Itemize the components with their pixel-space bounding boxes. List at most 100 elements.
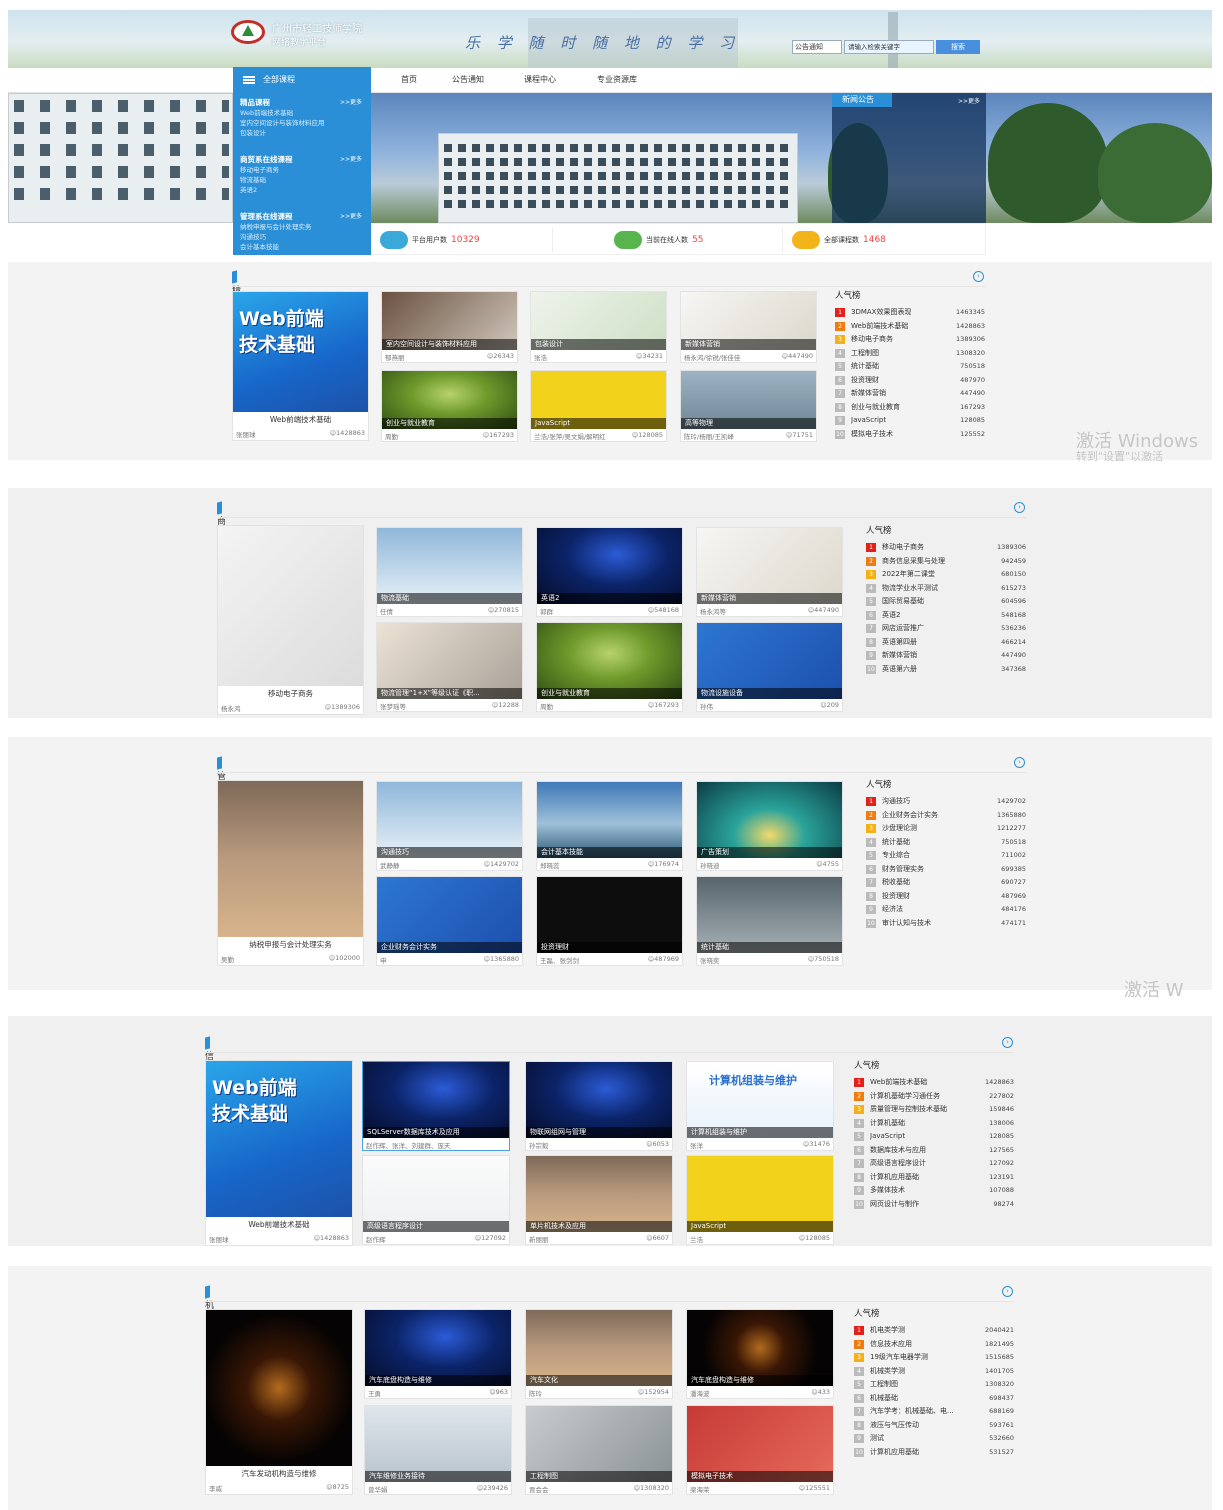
search-button[interactable]: 搜索	[936, 40, 980, 54]
ranking-course-name[interactable]: 19级汽车电器学测	[870, 1351, 928, 1364]
menu-item[interactable]: 物流基础	[240, 175, 364, 185]
course-title[interactable]: 移动电子商务	[218, 688, 363, 699]
ranking-row[interactable]: 7 网店运营推广 536236	[866, 622, 1026, 636]
course-card[interactable]: 物流基础任倩 270815	[376, 527, 523, 617]
course-card[interactable]: 投资理财王磊、张剑剑 487969	[536, 876, 683, 966]
ranking-row[interactable]: 9 JavaScript 128085	[835, 414, 985, 428]
course-card[interactable]: JavaScript 兰浩/张萍/吴文娟/解明红 128085	[530, 370, 667, 442]
course-card[interactable]: 工程制图贾会会 1308320	[525, 1405, 673, 1495]
course-card[interactable]: 汽车文化陈玲 152954	[525, 1309, 673, 1399]
course-card[interactable]: 高级语言程序设计赵作辉 127092	[362, 1155, 510, 1245]
menu-item[interactable]: 包装设计	[240, 128, 364, 138]
menu-item[interactable]: 英语2	[240, 185, 364, 195]
ranking-row[interactable]: 6 财务管理实务 699385	[866, 863, 1026, 877]
ranking-row[interactable]: 8 创业与就业教育 167293	[835, 401, 985, 415]
course-card[interactable]: 包装设计张浩 34231	[530, 291, 667, 363]
ranking-row[interactable]: 7 高级语言程序设计 127092	[854, 1157, 1014, 1171]
ranking-row[interactable]: 2 计算机基础学习通任务 227802	[854, 1090, 1014, 1104]
ranking-course-name[interactable]: 计算机应用基础	[870, 1446, 919, 1459]
featured-course-card[interactable]: 汽车发动机构造与维修李威 8725	[205, 1309, 353, 1495]
ranking-row[interactable]: 10 模拟电子技术 125552	[835, 428, 985, 442]
ranking-row[interactable]: 5 专业综合 711002	[866, 849, 1026, 863]
ranking-course-name[interactable]: Web前端技术基础	[851, 320, 908, 333]
ranking-course-name[interactable]: 财务管理实务	[882, 863, 924, 876]
course-card[interactable]: 单片机技术及应用新丽丽 6607	[525, 1155, 673, 1245]
ranking-row[interactable]: 10 英语第六册 347368	[866, 663, 1026, 677]
course-card[interactable]: 沟通技巧武静静 1429702	[376, 781, 523, 871]
ranking-row[interactable]: 5 统计基础 750518	[835, 360, 985, 374]
course-card[interactable]: 英语2 郭群 548168	[536, 527, 683, 617]
course-card[interactable]: SQLServer数据库技术及应用 赵作辉、张洋、刘建群、庞天	[362, 1061, 510, 1151]
course-card[interactable]: 汽车底盘构造与维修潘海波 433	[686, 1309, 834, 1399]
ranking-course-name[interactable]: 商务信息采集与处理	[882, 555, 945, 568]
ranking-row[interactable]: 9 测试 532660	[854, 1432, 1014, 1446]
ranking-course-name[interactable]: 模拟电子技术	[851, 428, 893, 441]
ranking-course-name[interactable]: 英语第四册	[882, 636, 917, 649]
ranking-row[interactable]: 10 网页设计与制作 98274	[854, 1198, 1014, 1212]
nav-resource-library[interactable]: 专业资源库	[597, 74, 637, 85]
section-next-icon[interactable]: ›	[1014, 757, 1025, 768]
ranking-row[interactable]: 5 工程制图 1308320	[854, 1378, 1014, 1392]
ranking-course-name[interactable]: 经济法	[882, 903, 903, 916]
ranking-row[interactable]: 7 新媒体营销 447490	[835, 387, 985, 401]
course-card[interactable]: JavaScript 兰浩 128085	[686, 1155, 834, 1245]
ranking-row[interactable]: 2 企业财务会计实务 1365880	[866, 809, 1026, 823]
ranking-row[interactable]: 4 物流学业水平测试 615273	[866, 582, 1026, 596]
ranking-course-name[interactable]: 沟通技巧	[882, 795, 910, 808]
ranking-row[interactable]: 9 新媒体营销 447490	[866, 649, 1026, 663]
ranking-row[interactable]: 9 多媒体技术 107088	[854, 1184, 1014, 1198]
course-title[interactable]: 纳税申报与会计处理实务	[218, 939, 363, 950]
course-card[interactable]: 物联网组网与管理孙宗毅 6053	[525, 1061, 673, 1151]
ranking-course-name[interactable]: 机械类学测	[870, 1365, 905, 1378]
course-card[interactable]: 广告策划孙晓迪 4755	[696, 781, 843, 871]
ranking-row[interactable]: 1 Web前端技术基础 1428863	[854, 1076, 1014, 1090]
ranking-row[interactable]: 8 计算机应用基础 123191	[854, 1171, 1014, 1185]
ranking-row[interactable]: 4 计算机基础 138006	[854, 1117, 1014, 1131]
ranking-row[interactable]: 5 国际贸易基础 604596	[866, 595, 1026, 609]
nav-course-center[interactable]: 课程中心	[524, 74, 556, 85]
ranking-course-name[interactable]: 网页设计与制作	[870, 1198, 919, 1211]
course-card[interactable]: 计算机组装与维护计算机组装与维护张洋31476	[686, 1061, 834, 1151]
ranking-row[interactable]: 10 审计认知与技术 474171	[866, 917, 1026, 931]
ranking-course-name[interactable]: JavaScript	[851, 414, 886, 427]
menu-more-link[interactable]: >>更多	[340, 211, 362, 220]
ranking-course-name[interactable]: 投资理财	[882, 890, 910, 903]
menu-item[interactable]: 会计基本技能	[240, 242, 364, 252]
ranking-course-name[interactable]: 计算机基础学习通任务	[870, 1090, 940, 1103]
ranking-course-name[interactable]: 液压与气压传动	[870, 1419, 919, 1432]
section-next-icon[interactable]: ›	[973, 271, 984, 282]
ranking-row[interactable]: 4 机械类学测 1401705	[854, 1365, 1014, 1379]
course-card[interactable]: 汽车底盘构造与维修王勇 963	[364, 1309, 512, 1399]
ranking-row[interactable]: 3 质量管理与控制技术基础 159846	[854, 1103, 1014, 1117]
ranking-row[interactable]: 4 统计基础 750518	[866, 836, 1026, 850]
course-card[interactable]: 创业与就业教育周勤 167293	[536, 622, 683, 712]
all-courses-button[interactable]: 全部课程	[233, 67, 371, 93]
ranking-course-name[interactable]: 2022年第二课堂	[882, 568, 935, 581]
ranking-course-name[interactable]: 信息技术应用	[870, 1338, 912, 1351]
course-card[interactable]: 汽车维修业务接待曾华娟 239426	[364, 1405, 512, 1495]
ranking-course-name[interactable]: 计算机基础	[870, 1117, 905, 1130]
ranking-course-name[interactable]: 新媒体营销	[851, 387, 886, 400]
ranking-row[interactable]: 2 商务信息采集与处理 942459	[866, 555, 1026, 569]
ranking-course-name[interactable]: 移动电子商务	[882, 541, 924, 554]
ranking-row[interactable]: 7 税收基础 690727	[866, 876, 1026, 890]
ranking-row[interactable]: 1 移动电子商务 1389306	[866, 541, 1026, 555]
ranking-course-name[interactable]: 审计认知与技术	[882, 917, 931, 930]
ranking-course-name[interactable]: 测试	[870, 1432, 884, 1445]
ranking-row[interactable]: 8 投资理财 487969	[866, 890, 1026, 904]
ranking-row[interactable]: 6 英语2 548168	[866, 609, 1026, 623]
ranking-course-name[interactable]: 3DMAX效果图表现	[851, 306, 911, 319]
ranking-course-name[interactable]: 新媒体营销	[882, 649, 917, 662]
course-card[interactable]: 物流管理“1+X”等级认证《职... 张梦瑶等 12288	[376, 622, 523, 712]
ranking-row[interactable]: 9 经济法 484176	[866, 903, 1026, 917]
section-next-icon[interactable]: ›	[1002, 1037, 1013, 1048]
ranking-course-name[interactable]: 工程制图	[851, 347, 879, 360]
ranking-course-name[interactable]: Web前端技术基础	[870, 1076, 927, 1089]
ranking-course-name[interactable]: 专业综合	[882, 849, 910, 862]
search-category-select[interactable]: 公告通知	[792, 40, 842, 54]
ranking-row[interactable]: 1 机电类学测 2040421	[854, 1324, 1014, 1338]
course-card[interactable]: 新媒体营销杨永鸿/徐锐/张佳佳 447490	[680, 291, 817, 363]
ranking-course-name[interactable]: 计算机应用基础	[870, 1171, 919, 1184]
menu-more-link[interactable]: >>更多	[340, 97, 362, 106]
nav-home[interactable]: 首页	[401, 74, 417, 85]
